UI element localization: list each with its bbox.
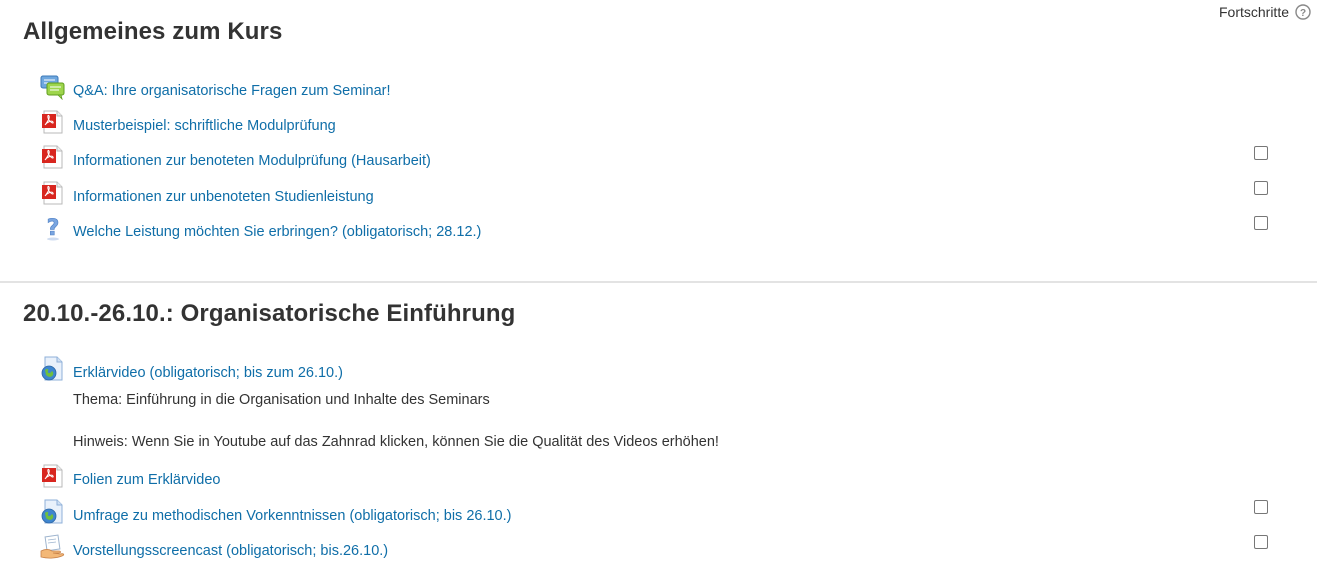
activity-url-erklaervideo[interactable]: Erklärvideo (obligatorisch; bis zum 26.1…: [40, 356, 343, 382]
activity-assignment-vorstellungsscreencast[interactable]: Vorstellungsscreencast (obligatorisch; b…: [40, 534, 388, 560]
activity-link[interactable]: Folien zum Erklärvideo: [73, 470, 220, 490]
progress-label: Fortschritte: [1218, 4, 1289, 20]
section-title: 20.10.-26.10.: Organisatorische Einführu…: [23, 300, 516, 327]
svg-text:?: ?: [1300, 8, 1306, 19]
activity-pdf-benotete-modulpruefung[interactable]: Informationen zur benoteten Modulprüfung…: [40, 144, 431, 170]
activity-link[interactable]: Informationen zur benoteten Modulprüfung…: [73, 151, 431, 171]
activity-description: Thema: Einführung in die Organisation un…: [73, 392, 490, 408]
question-icon: ?: [40, 215, 66, 241]
completion-checkbox[interactable]: [1254, 535, 1268, 549]
pdf-icon: [40, 144, 66, 170]
pdf-icon: [40, 109, 66, 135]
activity-description: Hinweis: Wenn Sie in Youtube auf das Zah…: [73, 434, 719, 450]
completion-checkbox[interactable]: [1254, 146, 1268, 160]
activity-forum-qa[interactable]: Q&A: Ihre organisatorische Fragen zum Se…: [40, 74, 391, 100]
activity-url-umfrage[interactable]: Umfrage zu methodischen Vorkenntnissen (…: [40, 499, 511, 525]
activity-link[interactable]: Q&A: Ihre organisatorische Fragen zum Se…: [73, 81, 391, 101]
activity-link[interactable]: Erklärvideo (obligatorisch; bis zum 26.1…: [73, 363, 343, 383]
section-title: Allgemeines zum Kurs: [23, 18, 283, 45]
activity-choice-leistung[interactable]: ? Welche Leistung möchten Sie erbringen?…: [40, 215, 481, 241]
progress-header: Fortschritte ?: [1219, 4, 1311, 20]
completion-checkbox[interactable]: [1254, 181, 1268, 195]
activity-link[interactable]: Welche Leistung möchten Sie erbringen? (…: [73, 222, 481, 242]
svg-text:?: ?: [47, 216, 60, 241]
activity-pdf-unbenotete-studienleistung[interactable]: Informationen zur unbenoteten Studienlei…: [40, 180, 374, 206]
activity-link[interactable]: Informationen zur unbenoteten Studienlei…: [73, 187, 374, 207]
activity-link[interactable]: Musterbeispiel: schriftliche Modulprüfun…: [73, 116, 336, 136]
activity-pdf-musterbeispiel[interactable]: Musterbeispiel: schriftliche Modulprüfun…: [40, 109, 336, 135]
help-circle-icon[interactable]: ?: [1295, 4, 1311, 20]
activity-link[interactable]: Vorstellungsscreencast (obligatorisch; b…: [73, 541, 388, 561]
completion-checkbox[interactable]: [1254, 216, 1268, 230]
section-divider: [0, 281, 1317, 283]
url-globe-icon: [40, 356, 66, 382]
forum-icon: [40, 74, 66, 100]
pdf-icon: [40, 463, 66, 489]
activity-link[interactable]: Umfrage zu methodischen Vorkenntnissen (…: [73, 506, 511, 526]
activity-pdf-folien[interactable]: Folien zum Erklärvideo: [40, 463, 220, 489]
url-globe-icon: [40, 499, 66, 525]
pdf-icon: [40, 180, 66, 206]
completion-checkbox[interactable]: [1254, 500, 1268, 514]
assignment-hand-icon: [40, 534, 66, 560]
